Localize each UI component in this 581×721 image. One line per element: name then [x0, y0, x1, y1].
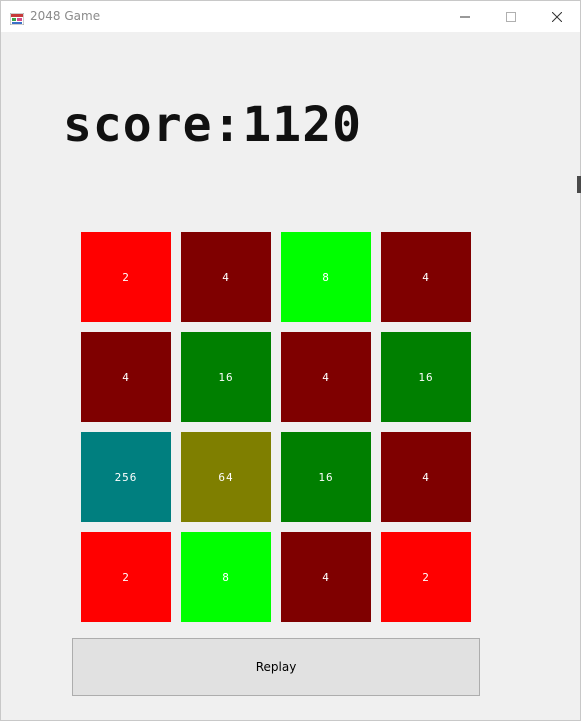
- minimize-button[interactable]: [442, 1, 488, 32]
- minimize-icon: [460, 7, 470, 26]
- tile: 256: [81, 432, 171, 522]
- tile: 8: [181, 532, 271, 622]
- tile: 4: [81, 332, 171, 422]
- game-board: 2 4 8 4 4 16 4 16 256 64 16 4 2 8 4 2: [81, 232, 471, 622]
- tile: 16: [281, 432, 371, 522]
- window-edge-shadow: [577, 176, 581, 193]
- tile: 2: [81, 232, 171, 322]
- close-button[interactable]: [534, 1, 580, 32]
- replay-button[interactable]: Replay: [72, 638, 480, 696]
- game-window: 2048 Game score:1120 2 4 8 4 4 16 4 16 2…: [0, 0, 581, 721]
- score-label: score:1120: [63, 97, 362, 153]
- tile: 16: [381, 332, 471, 422]
- tile: 4: [381, 432, 471, 522]
- tile: 64: [181, 432, 271, 522]
- app-icon: [9, 10, 25, 26]
- maximize-button[interactable]: [488, 1, 534, 32]
- tile: 2: [381, 532, 471, 622]
- maximize-icon: [506, 7, 516, 26]
- tile: 4: [381, 232, 471, 322]
- tile: 4: [281, 532, 371, 622]
- title-bar[interactable]: 2048 Game: [1, 1, 580, 32]
- tile: 4: [281, 332, 371, 422]
- window-title: 2048 Game: [30, 9, 101, 23]
- tile: 2: [81, 532, 171, 622]
- tile: 16: [181, 332, 271, 422]
- tile: 4: [181, 232, 271, 322]
- close-icon: [551, 7, 563, 26]
- tile: 8: [281, 232, 371, 322]
